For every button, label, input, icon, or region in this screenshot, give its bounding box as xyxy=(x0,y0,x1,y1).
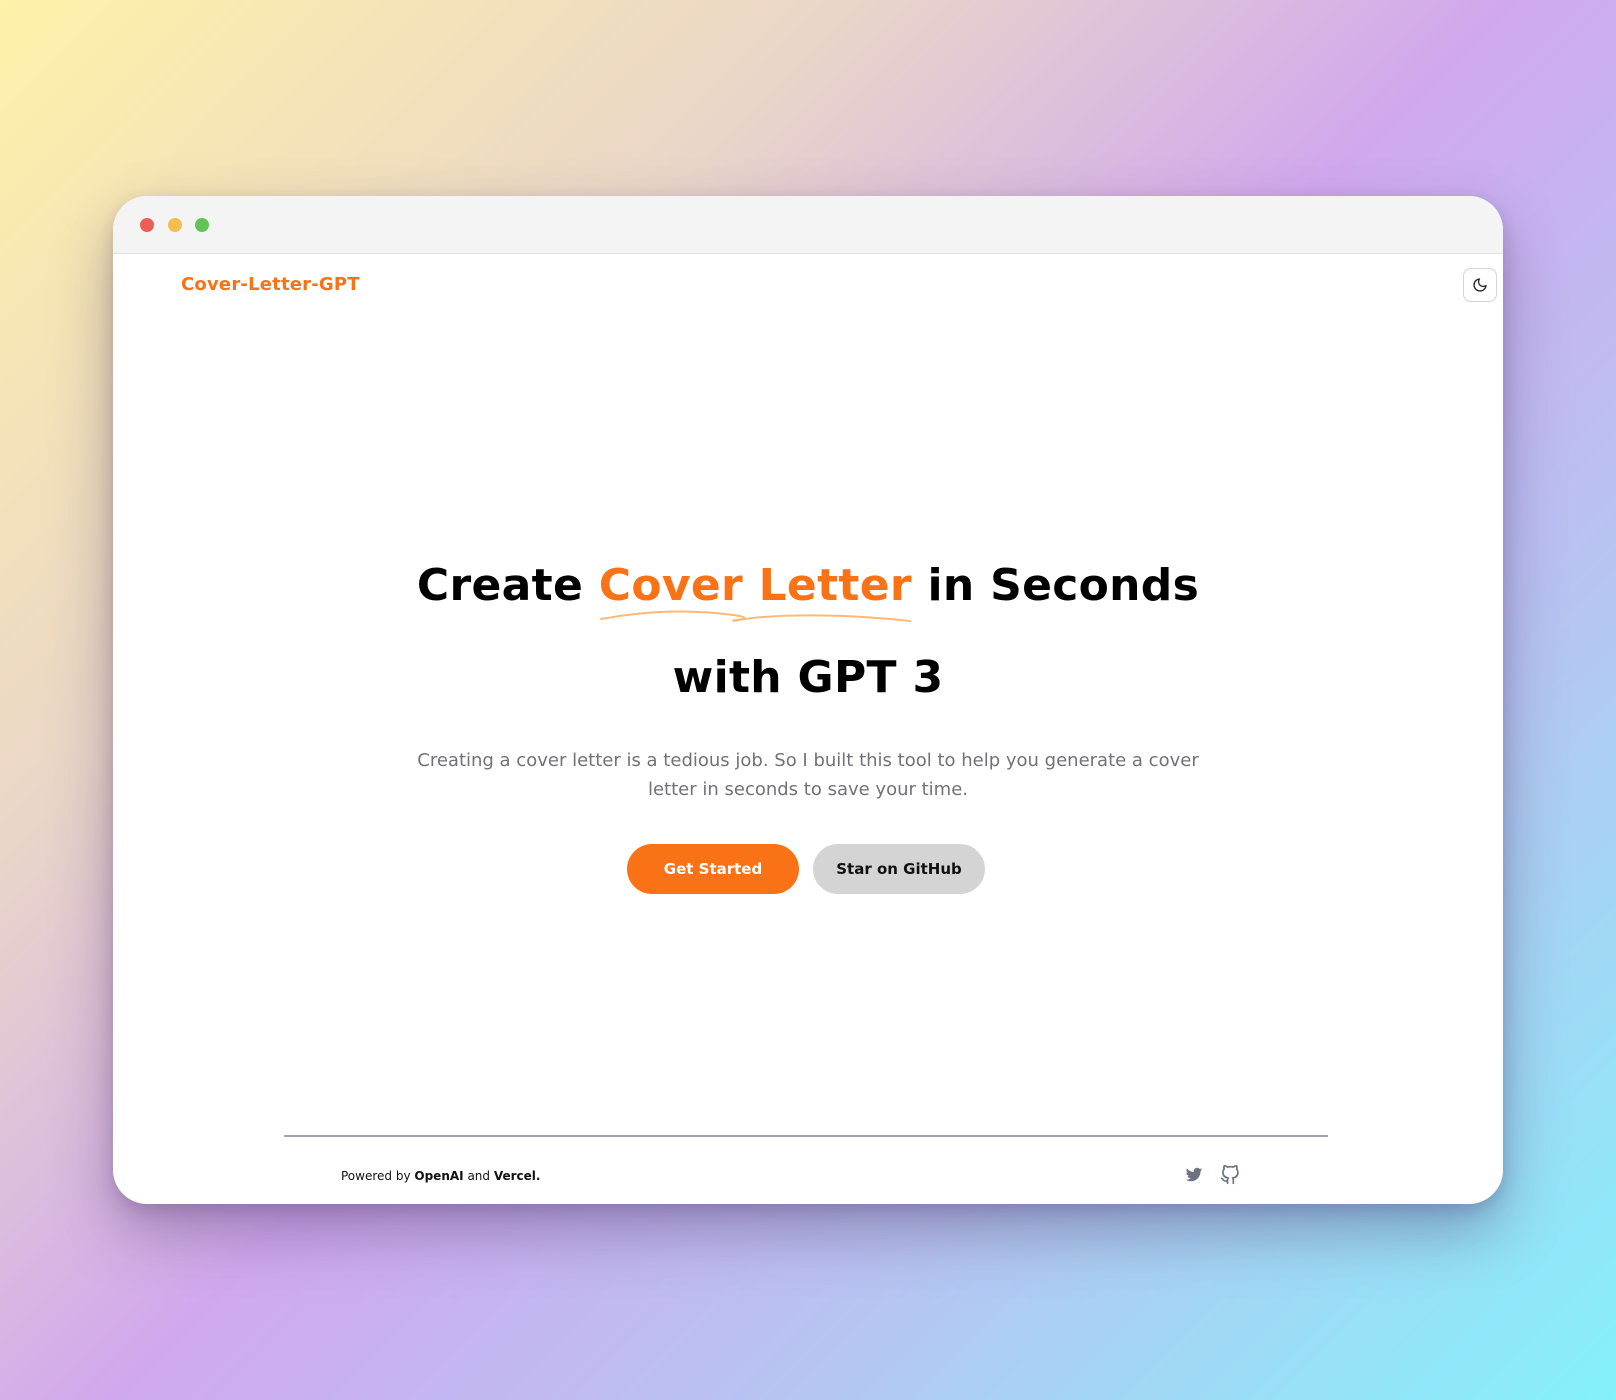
hero-title: Create Cover Letter in Seconds xyxy=(113,560,1503,622)
moon-icon xyxy=(1473,278,1487,292)
star-on-github-button[interactable]: Star on GitHub xyxy=(813,844,985,894)
footer-and: and xyxy=(467,1169,491,1183)
get-started-button[interactable]: Get Started xyxy=(627,844,799,894)
openai-link[interactable]: OpenAI xyxy=(414,1169,463,1183)
scribble-underline-icon xyxy=(599,610,911,622)
footer-period: . xyxy=(535,1169,541,1183)
hero-title-line2: with GPT 3 xyxy=(672,652,944,703)
browser-window: Cover-Letter-GPT Create Cover Letter in … xyxy=(113,196,1503,1204)
footer-credits: Powered by OpenAI and Vercel. xyxy=(341,1169,540,1183)
hero-subtitle: Creating a cover letter is a tedious job… xyxy=(113,746,1503,804)
hero-title-highlight: Cover Letter xyxy=(598,560,912,622)
github-link[interactable] xyxy=(1219,1164,1241,1186)
theme-toggle-button[interactable] xyxy=(1463,268,1497,302)
hero-subtitle-line1: Creating a cover letter is a tedious job… xyxy=(417,750,1199,771)
minimize-window-button[interactable] xyxy=(168,218,182,232)
twitter-link[interactable] xyxy=(1183,1164,1205,1186)
footer-divider xyxy=(284,1135,1328,1137)
window-titlebar xyxy=(113,196,1503,254)
twitter-icon xyxy=(1185,1167,1203,1182)
close-window-button[interactable] xyxy=(140,218,154,232)
vercel-link[interactable]: Vercel xyxy=(494,1169,536,1183)
brand-logo-link[interactable]: Cover-Letter-GPT xyxy=(181,274,360,295)
hero-title-suffix: in Seconds xyxy=(911,560,1200,611)
hero-title-prefix: Create xyxy=(416,560,599,611)
hero-title-highlight-text: Cover Letter xyxy=(598,560,912,611)
maximize-window-button[interactable] xyxy=(195,218,209,232)
hero-subtitle-line2: letter in seconds to save your time. xyxy=(647,779,969,800)
footer-powered-by: Powered by xyxy=(341,1169,411,1183)
github-icon xyxy=(1220,1165,1239,1185)
